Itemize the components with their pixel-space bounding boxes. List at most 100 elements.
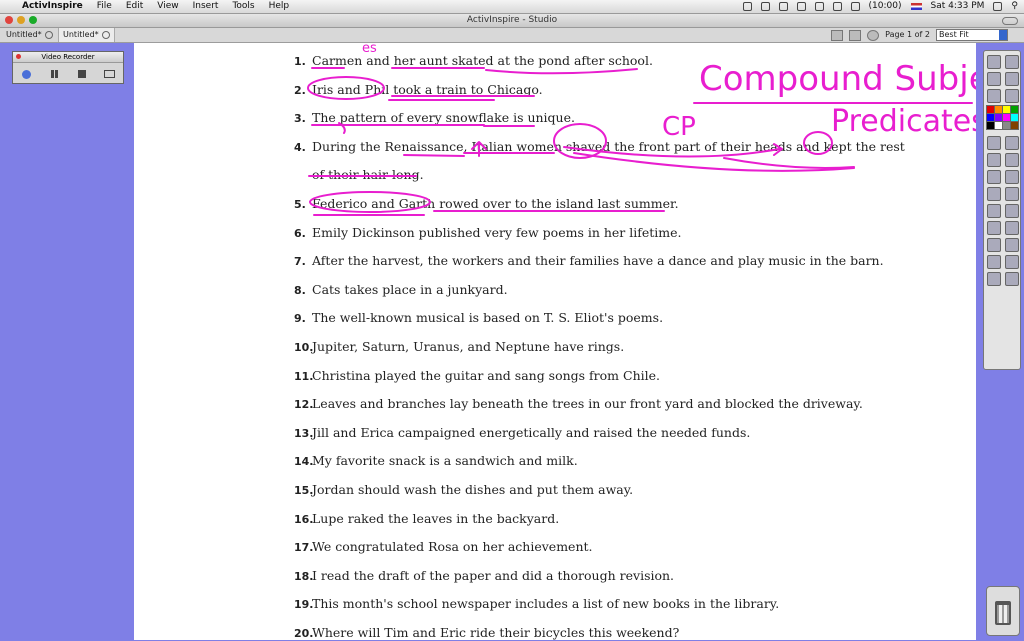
undo-icon[interactable] xyxy=(987,221,1001,235)
menu-help[interactable]: Help xyxy=(269,0,290,13)
zoom-select[interactable]: Best Fit xyxy=(936,29,1008,41)
sentence-text: Jupiter, Saturn, Uranus, and Neptune hav… xyxy=(312,339,625,354)
window-title: ActivInspire - Studio xyxy=(466,15,558,25)
extras-icon[interactable] xyxy=(1005,272,1019,286)
tab-bar: Untitled* Untitled* Page 1 of 2 Best Fit xyxy=(0,28,1024,43)
flag-icon[interactable] xyxy=(910,3,922,10)
close-tab-icon[interactable] xyxy=(44,30,53,39)
page-browser-icon[interactable] xyxy=(849,29,862,41)
video-recorder-header[interactable]: Video Recorder xyxy=(13,52,123,63)
next-page-icon[interactable] xyxy=(1005,72,1019,86)
sentence-text: My favorite snack is a sandwich and milk… xyxy=(312,453,578,469)
sentence-text: Iris and Phil took a train to Chicago. xyxy=(312,81,543,97)
view-recording-button[interactable] xyxy=(100,67,118,81)
connector-tool-icon[interactable] xyxy=(1005,170,1019,184)
sentence-line: 6. Emily Dickinson published very few poe… xyxy=(294,225,682,241)
annotation-compound-subjects: Compound Subjects xyxy=(699,59,976,99)
sentence-line: of their hair long. xyxy=(294,167,424,183)
menu-list: ActivInspire File Edit View Insert Tools… xyxy=(22,0,289,13)
text-tool-icon[interactable] xyxy=(987,187,1001,201)
sync-icon[interactable] xyxy=(778,2,788,11)
color-swatch[interactable] xyxy=(994,113,1003,122)
volume-icon[interactable] xyxy=(850,2,860,11)
sentence-line: 11.Christina played the guitar and sang … xyxy=(294,368,660,384)
sentence-line: 12.Leaves and branches lay beneath the t… xyxy=(294,396,863,412)
sentence-line: 8. Cats takes place in a junkyard. xyxy=(294,282,508,298)
tab-label: Untitled* xyxy=(6,30,42,39)
browser-icon[interactable] xyxy=(1005,55,1019,69)
stop-button[interactable] xyxy=(73,67,91,81)
color-swatch[interactable] xyxy=(986,113,995,122)
magic-ink-icon[interactable] xyxy=(987,204,1001,218)
fill-tool-icon[interactable] xyxy=(1005,187,1019,201)
spotlight-tool-icon[interactable] xyxy=(1005,255,1019,269)
sentence-line: 16.Lupe raked the leaves in the backyard… xyxy=(294,511,559,527)
select-tool-icon[interactable] xyxy=(987,136,1001,150)
sentence-number: 2. xyxy=(294,83,306,97)
color-swatch[interactable] xyxy=(986,105,995,114)
close-status-icon[interactable] xyxy=(742,2,752,11)
battery-status[interactable]: (10:00) xyxy=(869,0,902,13)
revealer-icon[interactable] xyxy=(987,255,1001,269)
toolbox-tools-grid xyxy=(984,132,1020,286)
pause-button[interactable] xyxy=(45,67,63,81)
menu-tools[interactable]: Tools xyxy=(232,0,254,13)
pause-icon xyxy=(50,70,58,78)
dual-user-icon[interactable] xyxy=(987,272,1001,286)
clear-icon[interactable] xyxy=(987,238,1001,252)
camera-tool-icon[interactable] xyxy=(1005,204,1019,218)
spotlight-icon[interactable]: ⚲ xyxy=(1011,0,1018,13)
record-button[interactable] xyxy=(18,67,36,81)
previous-page-icon[interactable] xyxy=(987,72,1001,86)
color-swatch[interactable] xyxy=(994,121,1003,130)
redo-icon[interactable] xyxy=(1005,221,1019,235)
page-notes-icon[interactable] xyxy=(831,29,844,41)
sentence-text: The pattern of every snowflake is unique… xyxy=(312,110,575,126)
trash-panel[interactable] xyxy=(986,586,1020,636)
sentence-text: Carmen and her aunt skated at the pond a… xyxy=(312,53,653,68)
highlighter-tool-icon[interactable] xyxy=(987,153,1001,167)
tab-untitled-1[interactable]: Untitled* xyxy=(2,28,57,42)
sentence-number: 14. xyxy=(294,455,314,469)
list-status-icon[interactable] xyxy=(760,2,770,11)
color-swatch[interactable] xyxy=(1010,113,1019,122)
toolbar-toggle-button[interactable] xyxy=(1002,17,1018,25)
window-title-bar: ActivInspire - Studio xyxy=(0,14,1024,28)
menu-edit[interactable]: Edit xyxy=(126,0,143,13)
video-recorder-title: Video Recorder xyxy=(41,53,95,61)
color-swatch[interactable] xyxy=(986,121,995,130)
sentence-number: 8. xyxy=(294,283,306,297)
sentence-text: The well-known musical is based on T. S.… xyxy=(312,310,664,326)
user-icon[interactable] xyxy=(993,2,1003,11)
color-swatch[interactable] xyxy=(1010,121,1019,130)
bluetooth-icon[interactable] xyxy=(814,2,824,11)
menu-view[interactable]: View xyxy=(157,0,178,13)
sentence-line: 3. The pattern of every snowflake is uniq… xyxy=(294,110,575,126)
menu-insert[interactable]: Insert xyxy=(193,0,219,13)
color-swatch[interactable] xyxy=(994,105,1003,114)
color-swatch[interactable] xyxy=(1002,105,1011,114)
sentence-text: Cats takes place in a junkyard. xyxy=(312,281,508,297)
color-swatch[interactable] xyxy=(1010,105,1019,114)
shape-tool-icon[interactable] xyxy=(987,170,1001,184)
profile-icon[interactable] xyxy=(867,29,880,41)
menu-app-name[interactable]: ActivInspire xyxy=(22,0,83,13)
sentence-text: I read the draft of the paper and did a … xyxy=(312,567,675,583)
eraser-tool-icon[interactable] xyxy=(1005,153,1019,167)
menu-file[interactable]: File xyxy=(97,0,112,13)
pen-tool-icon[interactable] xyxy=(1005,136,1019,150)
clock-status-icon[interactable] xyxy=(796,2,806,11)
main-menu-icon[interactable] xyxy=(987,55,1001,69)
close-recorder-icon[interactable] xyxy=(16,54,21,59)
trash-icon[interactable] xyxy=(995,601,1011,625)
wifi-icon[interactable] xyxy=(832,2,842,11)
flipchart-page[interactable]: 1. Carmen and her aunt skated at the pond… xyxy=(134,43,976,640)
tab-untitled-2[interactable]: Untitled* xyxy=(58,28,115,42)
insert-page-icon[interactable] xyxy=(1005,238,1019,252)
close-tab-icon[interactable] xyxy=(101,30,110,39)
color-swatch[interactable] xyxy=(1002,121,1011,130)
desktop-annotate-icon[interactable] xyxy=(1005,89,1019,103)
clock[interactable]: Sat 4:33 PM xyxy=(931,0,985,13)
color-swatch[interactable] xyxy=(1002,113,1011,122)
reset-page-icon[interactable] xyxy=(987,89,1001,103)
